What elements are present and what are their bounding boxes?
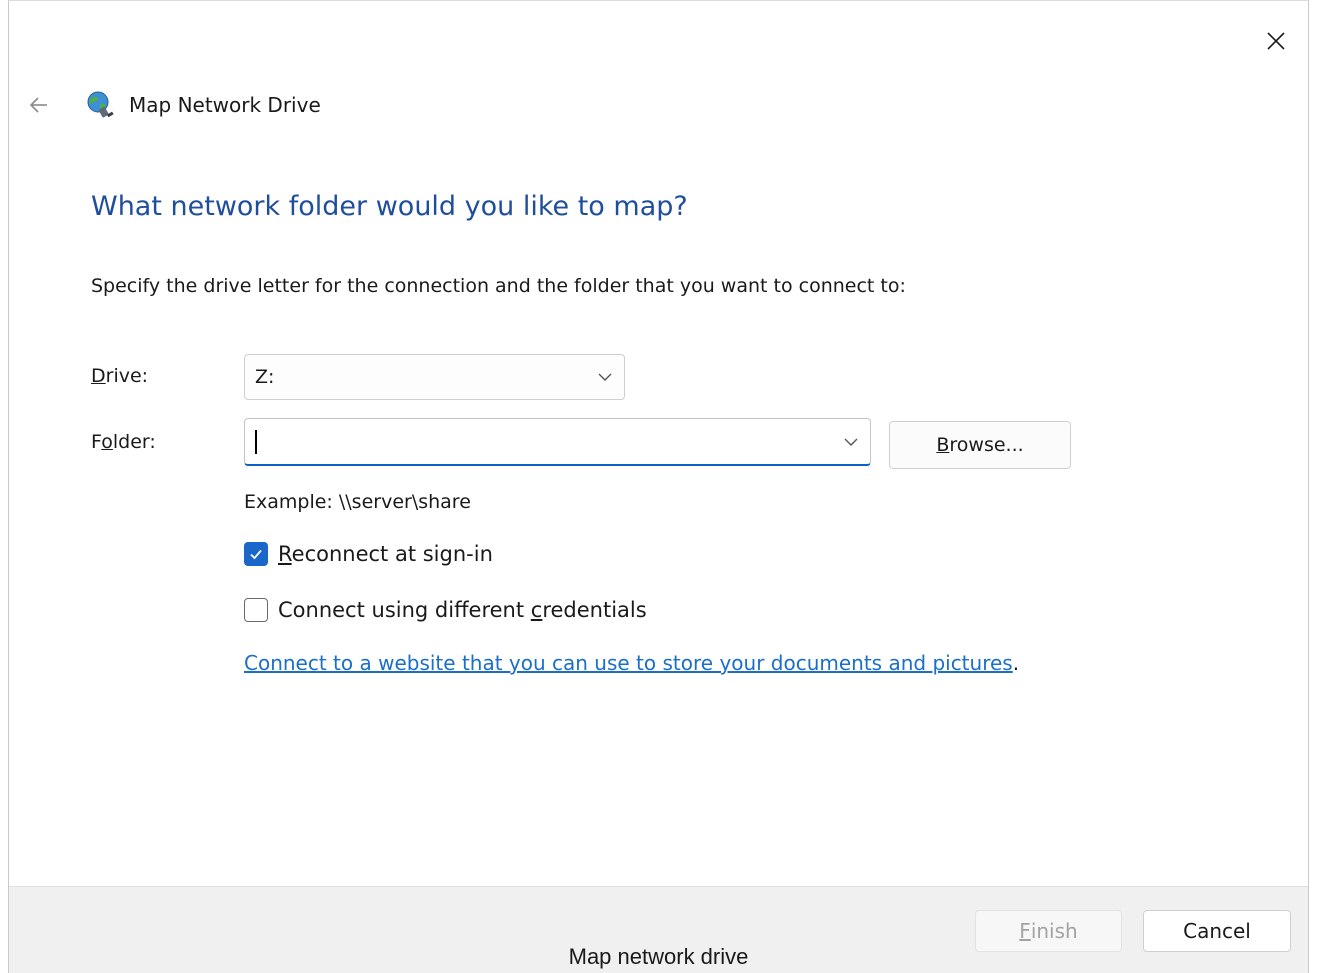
folder-label-prefix: F: [91, 431, 102, 453]
image-caption: Map network drive: [568, 944, 749, 969]
credentials-label: Connect using different credentials: [278, 598, 647, 622]
folder-input[interactable]: [244, 418, 871, 466]
reconnect-label: Reconnect at sign-in: [278, 542, 493, 566]
page-heading: What network folder would you like to ma…: [91, 191, 688, 222]
website-link-row: Connect to a website that you can use to…: [244, 651, 1019, 675]
instruction-text: Specify the drive letter for the connect…: [91, 275, 906, 297]
browse-button[interactable]: Browse...: [889, 421, 1071, 469]
reconnect-label-text: econnect at sign-in: [291, 542, 493, 566]
back-button[interactable]: [23, 89, 55, 121]
folder-example-text: Example: \\server\share: [244, 491, 471, 513]
credentials-accelerator: c: [530, 598, 543, 622]
drive-label: Drive:: [91, 365, 148, 387]
finish-accelerator: F: [1019, 919, 1031, 943]
network-globe-icon: [87, 91, 114, 118]
folder-label-text: lder:: [112, 431, 156, 453]
back-arrow-icon: [29, 97, 47, 113]
window-title: Map Network Drive: [129, 93, 321, 117]
credentials-label-text: redentials: [542, 598, 647, 622]
reconnect-accelerator: R: [278, 542, 292, 566]
map-network-drive-dialog: Map Network Drive What network folder wo…: [8, 0, 1309, 973]
credentials-checkbox[interactable]: [244, 598, 268, 622]
drive-label-accelerator: D: [91, 365, 106, 387]
finish-label: inish: [1030, 919, 1078, 943]
website-link[interactable]: Connect to a website that you can use to…: [244, 651, 1013, 675]
folder-label-accelerator: o: [101, 431, 113, 453]
close-icon: [1267, 32, 1285, 50]
browse-accelerator: B: [936, 434, 950, 456]
reconnect-checkbox-row[interactable]: Reconnect at sign-in: [244, 542, 493, 566]
close-button[interactable]: [1258, 23, 1294, 59]
credentials-label-prefix: Connect using different: [278, 598, 531, 622]
website-link-period: .: [1012, 651, 1020, 675]
reconnect-checkbox[interactable]: [244, 542, 268, 566]
folder-label: Folder:: [91, 431, 156, 453]
text-caret: [255, 429, 257, 454]
credentials-checkbox-row[interactable]: Connect using different credentials: [244, 598, 647, 622]
chevron-down-icon: [598, 373, 612, 381]
chevron-down-icon[interactable]: [842, 433, 860, 451]
dialog-header: Map Network Drive: [85, 87, 321, 123]
drive-select-value: Z:: [255, 366, 275, 388]
drive-label-text: rive:: [105, 365, 149, 387]
drive-select[interactable]: Z:: [244, 354, 625, 400]
checkmark-icon: [250, 549, 262, 560]
browse-label: rowse...: [949, 434, 1024, 456]
